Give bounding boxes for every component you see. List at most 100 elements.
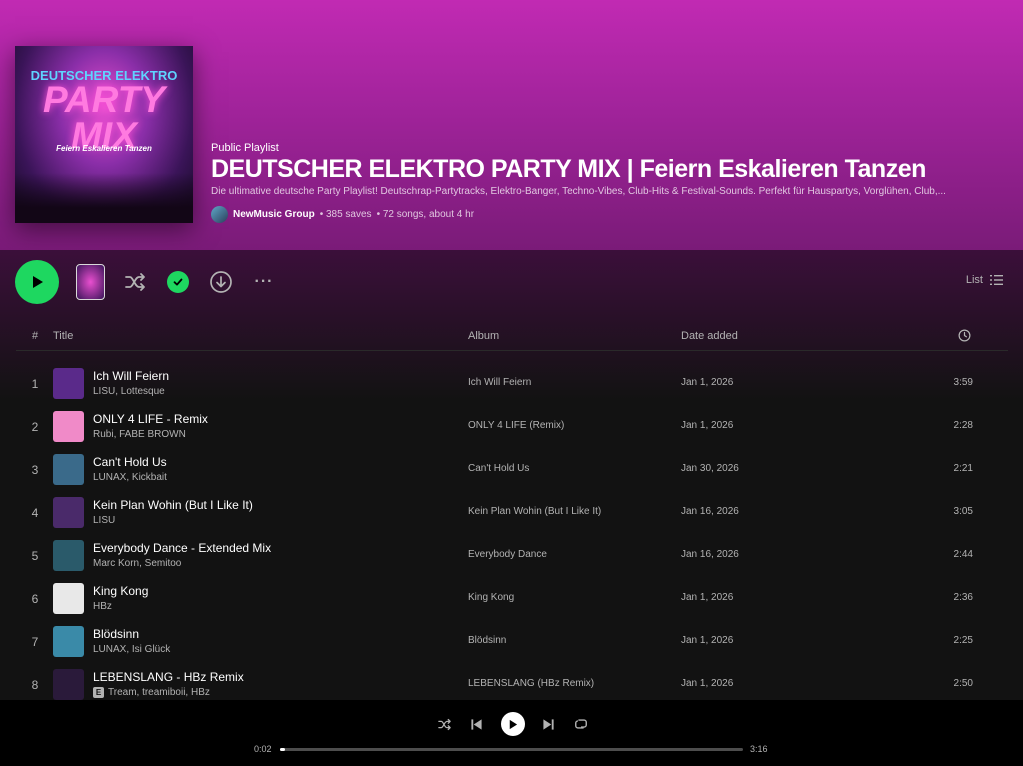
- skip-back-icon: [471, 718, 482, 730]
- playlist-meta: NewMusic Group • 385 saves • 72 songs, a…: [211, 206, 474, 223]
- play-icon: [509, 719, 518, 729]
- player-shuffle-button[interactable]: [435, 715, 453, 733]
- more-options-button[interactable]: ···: [251, 269, 277, 295]
- view-toggle[interactable]: List: [966, 274, 1003, 286]
- repeat-icon: [575, 719, 587, 729]
- track-table-header: # Title Album Date added: [16, 324, 1008, 351]
- track-title[interactable]: Kein Plan Wohin (But I Like It): [93, 498, 253, 512]
- track-title[interactable]: Everybody Dance - Extended Mix: [93, 541, 271, 555]
- track-artist[interactable]: E Tream, treamiboii, HBz: [93, 687, 210, 698]
- track-artist[interactable]: LISU, Lottesque: [93, 386, 165, 397]
- track-artist-text[interactable]: HBz: [93, 601, 112, 612]
- track-artist[interactable]: HBz: [93, 601, 112, 612]
- progress-bar[interactable]: [280, 748, 743, 751]
- track-number: 6: [31, 592, 39, 606]
- track-artwork: [53, 540, 84, 571]
- track-duration: 2:21: [953, 463, 973, 474]
- track-artwork: [53, 583, 84, 614]
- track-artwork: [53, 626, 84, 657]
- shuffle-button[interactable]: [122, 269, 148, 295]
- owner-name-link[interactable]: NewMusic Group: [233, 209, 315, 220]
- saves-count: • 385 saves: [319, 209, 372, 220]
- clock-icon: [958, 329, 971, 342]
- list-icon: [990, 275, 1003, 285]
- track-number: 3: [31, 463, 39, 477]
- player-controls: [435, 712, 590, 736]
- playlist-cover[interactable]: DEUTSCHER ELEKTRO PARTY MIX Feiern Eskal…: [15, 46, 193, 223]
- header-duration[interactable]: [958, 329, 971, 345]
- track-artist-text[interactable]: LISU, Lottesque: [93, 386, 165, 397]
- track-artist[interactable]: Marc Korn, Semitoo: [93, 558, 181, 569]
- track-date-added: Jan 1, 2026: [681, 592, 734, 603]
- track-artist-text[interactable]: LUNAX, Isi Glück: [93, 644, 170, 655]
- track-row[interactable]: 2 ONLY 4 LIFE - Remix Rubi, FABE BROWN ONLY…: [16, 405, 1008, 448]
- total-time: 3:16: [750, 744, 768, 754]
- track-duration: 2:36: [953, 592, 973, 603]
- track-artist-text[interactable]: Rubi, FABE BROWN: [93, 429, 186, 440]
- track-title[interactable]: King Kong: [93, 584, 148, 598]
- track-number: 2: [31, 420, 39, 434]
- track-album[interactable]: LEBENSLANG (HBz Remix): [468, 678, 594, 689]
- track-artist[interactable]: LISU: [93, 515, 115, 526]
- track-artist[interactable]: LUNAX, Kickbait: [93, 472, 167, 483]
- track-album[interactable]: Can't Hold Us: [468, 463, 529, 474]
- owner-avatar[interactable]: [211, 206, 228, 223]
- track-date-added: Jan 1, 2026: [681, 635, 734, 646]
- track-date-added: Jan 1, 2026: [681, 420, 734, 431]
- previous-button[interactable]: [468, 715, 486, 733]
- songs-count: • 72 songs, about 4 hr: [376, 209, 475, 220]
- next-button[interactable]: [539, 715, 557, 733]
- track-album[interactable]: Ich Will Feiern: [468, 377, 531, 388]
- track-album[interactable]: ONLY 4 LIFE (Remix): [468, 420, 564, 431]
- action-bar: ···: [15, 260, 277, 304]
- track-title[interactable]: ONLY 4 LIFE - Remix: [93, 412, 208, 426]
- track-number: 7: [31, 635, 39, 649]
- shuffle-icon: [125, 273, 145, 291]
- play-icon: [33, 276, 43, 288]
- track-row[interactable]: 7 Blödsinn LUNAX, Isi Glück Blödsinn Jan 1, …: [16, 620, 1008, 663]
- track-row[interactable]: 4 Kein Plan Wohin (But I Like It) LISU Kein…: [16, 491, 1008, 534]
- track-artist[interactable]: Rubi, FABE BROWN: [93, 429, 186, 440]
- track-artwork: [53, 411, 84, 442]
- track-album[interactable]: Blödsinn: [468, 635, 506, 646]
- download-button[interactable]: [208, 269, 234, 295]
- track-row[interactable]: 1 Ich Will Feiern LISU, Lottesque Ich Will …: [16, 362, 1008, 405]
- header-num: #: [32, 330, 39, 342]
- explicit-badge: E: [93, 687, 104, 698]
- playlist-type-label: Public Playlist: [211, 142, 279, 154]
- track-duration: 2:44: [953, 549, 973, 560]
- cover-subtitle: Feiern Eskalieren Tanzen: [56, 144, 152, 153]
- repeat-button[interactable]: [572, 715, 590, 733]
- track-artist-text[interactable]: Marc Korn, Semitoo: [93, 558, 181, 569]
- progress-fill: [280, 748, 285, 751]
- header-title[interactable]: Title: [53, 330, 73, 342]
- track-album[interactable]: King Kong: [468, 592, 514, 603]
- track-artist-text[interactable]: LUNAX, Kickbait: [93, 472, 167, 483]
- track-title[interactable]: LEBENSLANG - HBz Remix: [93, 670, 244, 684]
- playlist-description: Die ultimative deutsche Party Playlist! …: [211, 186, 946, 197]
- track-duration: 2:50: [953, 678, 973, 689]
- header-date-added[interactable]: Date added: [681, 330, 738, 342]
- playlist-thumbnail-button[interactable]: [76, 264, 105, 300]
- saved-button[interactable]: [165, 269, 191, 295]
- track-artist-text[interactable]: Tream, treamiboii, HBz: [108, 687, 210, 698]
- track-artwork: [53, 669, 84, 700]
- header-album[interactable]: Album: [468, 330, 499, 342]
- track-artist-text[interactable]: LISU: [93, 515, 115, 526]
- track-row[interactable]: 3 Can't Hold Us LUNAX, Kickbait Can't Hold …: [16, 448, 1008, 491]
- track-row[interactable]: 5 Everybody Dance - Extended Mix Marc Korn…: [16, 534, 1008, 577]
- track-date-added: Jan 1, 2026: [681, 678, 734, 689]
- track-duration: 3:59: [953, 377, 973, 388]
- track-row[interactable]: 6 King Kong HBz King Kong Jan 1, 2026 2:36: [16, 577, 1008, 620]
- track-date-added: Jan 1, 2026: [681, 377, 734, 388]
- track-album[interactable]: Everybody Dance: [468, 549, 547, 560]
- track-title[interactable]: Ich Will Feiern: [93, 369, 169, 383]
- track-album[interactable]: Kein Plan Wohin (But I Like It): [468, 506, 601, 517]
- track-title[interactable]: Blödsinn: [93, 627, 139, 641]
- track-title[interactable]: Can't Hold Us: [93, 455, 167, 469]
- track-artist[interactable]: LUNAX, Isi Glück: [93, 644, 170, 655]
- play-button[interactable]: [15, 260, 59, 304]
- track-number: 4: [31, 506, 39, 520]
- player-play-button[interactable]: [500, 712, 525, 736]
- playlist-header: DEUTSCHER ELEKTRO PARTY MIX Feiern Eskal…: [0, 0, 1023, 250]
